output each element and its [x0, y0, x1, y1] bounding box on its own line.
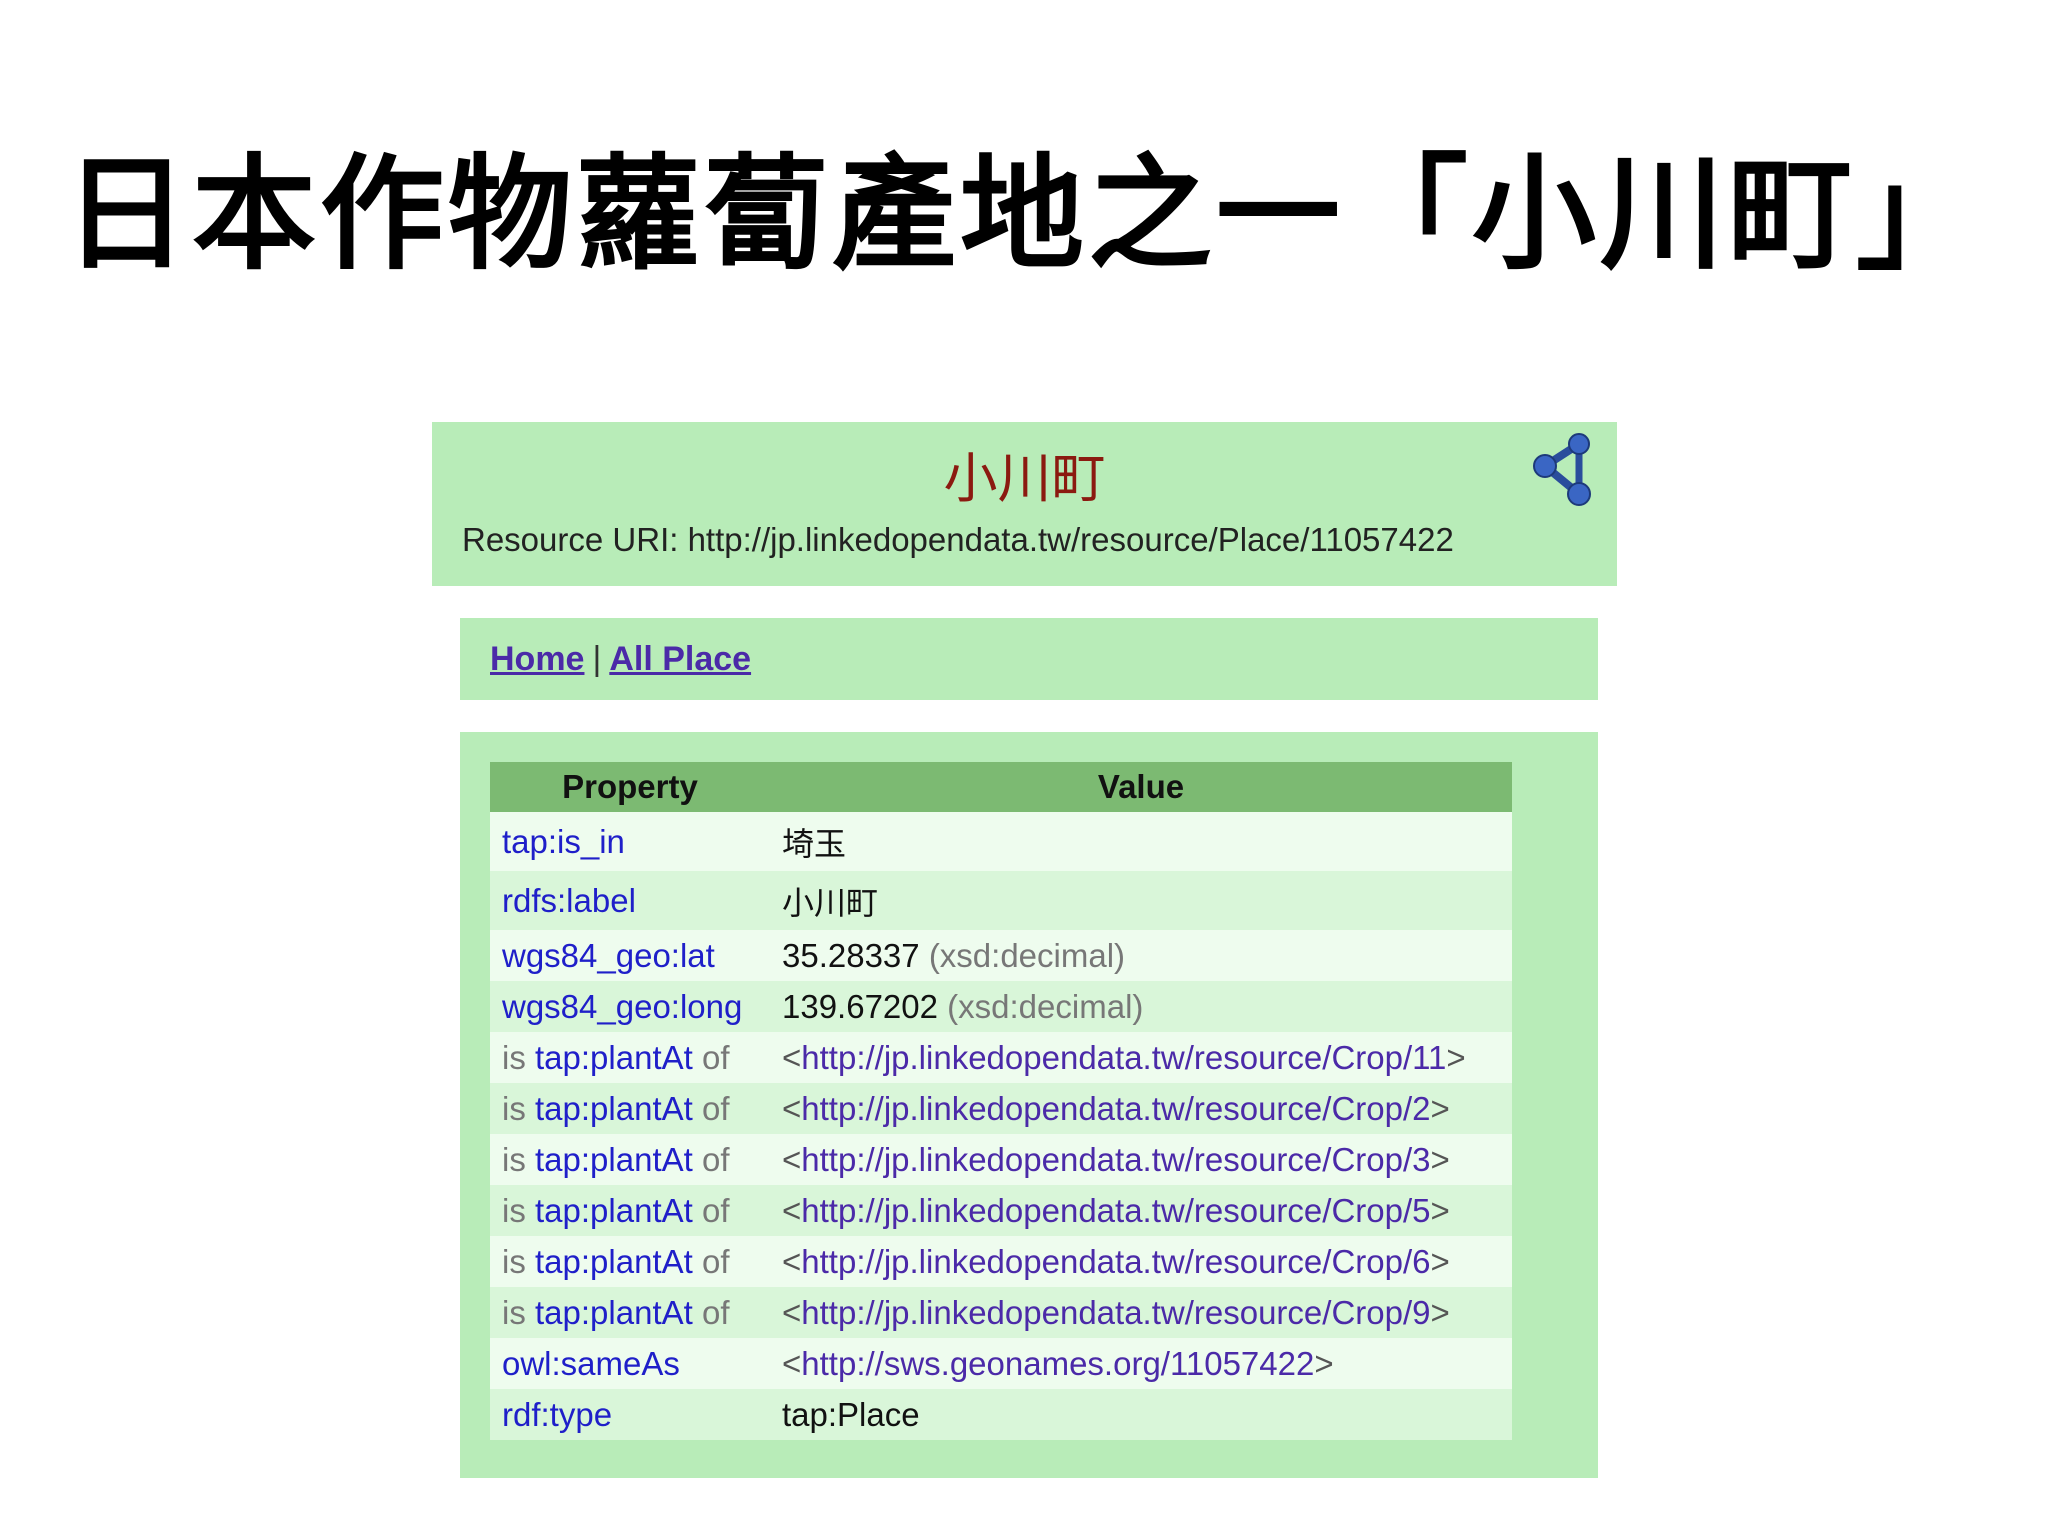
value-cell: <http://sws.geonames.org/11057422>: [770, 1338, 1512, 1389]
property-link[interactable]: rdfs:label: [490, 871, 770, 930]
inverse-property-cell: is tap:plantAt of: [490, 1032, 770, 1083]
inverse-property-cell: is tap:plantAt of: [490, 1083, 770, 1134]
value-cell: <http://jp.linkedopendata.tw/resource/Cr…: [770, 1134, 1512, 1185]
inverse-prefix: is: [502, 1293, 526, 1331]
slide: 日本作物蘿蔔產地之一「小川町」 小川町 Resource URI: http:/…: [0, 0, 2048, 1536]
inverse-property-cell: is tap:plantAt of: [490, 1236, 770, 1287]
inverse-suffix: of: [701, 1293, 730, 1331]
uri-open-bracket: <: [782, 1140, 802, 1178]
uri-close-bracket: >: [1430, 1140, 1450, 1178]
inverse-prefix: is: [502, 1242, 526, 1280]
table-row: is tap:plantAt of <http://jp.linkedopend…: [490, 1287, 1512, 1338]
inverse-property-cell: is tap:plantAt of: [490, 1287, 770, 1338]
property-link[interactable]: tap:plantAt: [535, 1141, 693, 1178]
property-link[interactable]: tap:plantAt: [535, 1294, 693, 1331]
table-row: wgs84_geo:lat 35.28337 (xsd:decimal): [490, 930, 1512, 981]
uri-close-bracket: >: [1314, 1344, 1334, 1382]
value-cell: 35.28337 (xsd:decimal): [770, 930, 1512, 981]
datatype-label: (xsd:decimal): [947, 987, 1144, 1025]
uri-close-bracket: >: [1430, 1242, 1450, 1280]
inverse-suffix: of: [701, 1242, 730, 1280]
inverse-suffix: of: [701, 1191, 730, 1229]
resource-title: 小川町: [943, 447, 1106, 510]
property-link[interactable]: wgs84_geo:lat: [490, 930, 770, 981]
inverse-property-cell: is tap:plantAt of: [490, 1134, 770, 1185]
inverse-prefix: is: [502, 1140, 526, 1178]
property-link[interactable]: owl:sameAs: [490, 1338, 770, 1389]
table-row: is tap:plantAt of <http://jp.linkedopend…: [490, 1236, 1512, 1287]
share-icon[interactable]: [1531, 432, 1597, 508]
inverse-property-cell: is tap:plantAt of: [490, 1185, 770, 1236]
value-text: 埼玉: [770, 812, 1512, 871]
nav-all-place-link[interactable]: All Place: [609, 640, 751, 678]
value-cell: <http://jp.linkedopendata.tw/resource/Cr…: [770, 1185, 1512, 1236]
table-row: wgs84_geo:long 139.67202 (xsd:decimal): [490, 981, 1512, 1032]
table-row: is tap:plantAt of <http://jp.linkedopend…: [490, 1083, 1512, 1134]
value-cell: <http://jp.linkedopendata.tw/resource/Cr…: [770, 1032, 1512, 1083]
property-panel: Property Value tap:is_in 埼玉 rdfs:label 小…: [460, 732, 1598, 1478]
table-row: owl:sameAs <http://sws.geonames.org/1105…: [490, 1338, 1512, 1389]
property-link[interactable]: tap:plantAt: [535, 1243, 693, 1280]
table-row: tap:is_in 埼玉: [490, 812, 1512, 871]
inverse-prefix: is: [502, 1191, 526, 1229]
value-text: 小川町: [770, 871, 1512, 930]
nav-home-link[interactable]: Home: [490, 640, 584, 678]
property-link[interactable]: tap:plantAt: [535, 1039, 693, 1076]
uri-close-bracket: >: [1430, 1089, 1450, 1127]
property-link[interactable]: tap:plantAt: [535, 1090, 693, 1127]
inverse-suffix: of: [701, 1038, 730, 1076]
uri-open-bracket: <: [782, 1293, 802, 1331]
value-uri-link[interactable]: http://jp.linkedopendata.tw/resource/Cro…: [801, 1141, 1430, 1178]
inverse-prefix: is: [502, 1089, 526, 1127]
resource-page-screenshot: 小川町 Resource URI: http://jp.linkedopenda…: [432, 422, 1617, 1492]
inverse-prefix: is: [502, 1038, 526, 1076]
value-uri-link[interactable]: http://jp.linkedopendata.tw/resource/Cro…: [801, 1039, 1446, 1076]
value-uri-link[interactable]: http://jp.linkedopendata.tw/resource/Cro…: [801, 1294, 1430, 1331]
value-cell: <http://jp.linkedopendata.tw/resource/Cr…: [770, 1287, 1512, 1338]
header-property: Property: [490, 762, 770, 812]
property-table: Property Value tap:is_in 埼玉 rdfs:label 小…: [490, 762, 1512, 1440]
inverse-suffix: of: [701, 1089, 730, 1127]
value-cell: 139.67202 (xsd:decimal): [770, 981, 1512, 1032]
property-link[interactable]: wgs84_geo:long: [490, 981, 770, 1032]
value-text: 35.28337: [782, 936, 920, 974]
nav-separator: |: [592, 640, 602, 678]
property-link[interactable]: tap:is_in: [490, 812, 770, 871]
slide-title: 日本作物蘿蔔產地之一「小川町」: [63, 143, 1984, 287]
uri-close-bracket: >: [1430, 1191, 1450, 1229]
table-row: is tap:plantAt of <http://jp.linkedopend…: [490, 1032, 1512, 1083]
header-value: Value: [770, 762, 1512, 812]
property-link[interactable]: tap:plantAt: [535, 1192, 693, 1229]
uri-open-bracket: <: [782, 1038, 802, 1076]
nav-bar: Home | All Place: [460, 618, 1598, 700]
table-row: rdfs:label 小川町: [490, 871, 1512, 930]
table-header-row: Property Value: [490, 762, 1512, 812]
value-uri-link[interactable]: http://jp.linkedopendata.tw/resource/Cro…: [801, 1090, 1430, 1127]
value-cell: <http://jp.linkedopendata.tw/resource/Cr…: [770, 1083, 1512, 1134]
value-link[interactable]: tap:Place: [770, 1389, 1512, 1440]
uri-open-bracket: <: [782, 1191, 802, 1229]
uri-close-bracket: >: [1430, 1293, 1450, 1331]
datatype-label: (xsd:decimal): [928, 936, 1126, 974]
resource-header: 小川町 Resource URI: http://jp.linkedopenda…: [432, 422, 1617, 586]
uri-open-bracket: <: [782, 1344, 802, 1382]
nav-links: Home | All Place: [490, 636, 751, 682]
property-link[interactable]: rdf:type: [490, 1389, 770, 1440]
inverse-suffix: of: [701, 1140, 730, 1178]
value-uri-link[interactable]: http://jp.linkedopendata.tw/resource/Cro…: [801, 1192, 1430, 1229]
uri-close-bracket: >: [1446, 1038, 1466, 1076]
value-uri-link[interactable]: http://jp.linkedopendata.tw/resource/Cro…: [801, 1243, 1430, 1280]
resource-uri: Resource URI: http://jp.linkedopendata.t…: [462, 521, 1454, 558]
table-row: rdf:type tap:Place: [490, 1389, 1512, 1440]
value-cell: <http://jp.linkedopendata.tw/resource/Cr…: [770, 1236, 1512, 1287]
table-row: is tap:plantAt of <http://jp.linkedopend…: [490, 1134, 1512, 1185]
uri-open-bracket: <: [782, 1242, 802, 1280]
uri-open-bracket: <: [782, 1089, 802, 1127]
table-row: is tap:plantAt of <http://jp.linkedopend…: [490, 1185, 1512, 1236]
value-text: 139.67202: [782, 987, 938, 1025]
value-uri-link[interactable]: http://sws.geonames.org/11057422: [801, 1345, 1314, 1382]
